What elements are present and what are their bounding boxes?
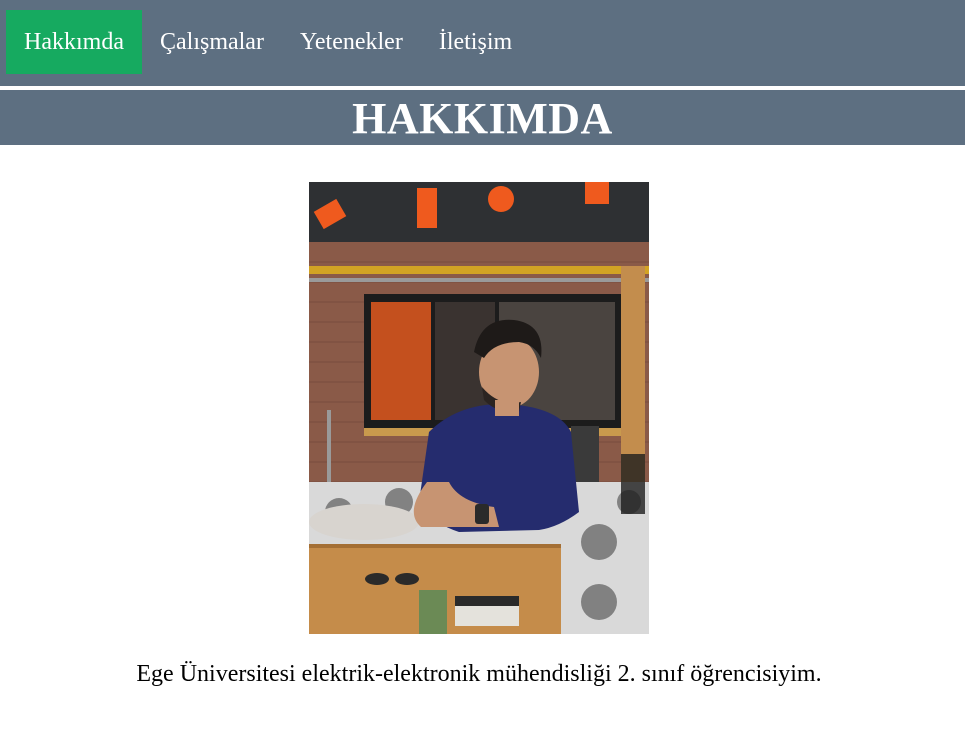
bio-text: Ege Üniversitesi elektrik-elektronik müh…	[136, 661, 822, 687]
profile-photo	[309, 182, 649, 634]
nav-item-hakkimda[interactable]: Hakkımda	[6, 10, 142, 74]
nav-item-yetenekler[interactable]: Yetenekler	[282, 10, 421, 74]
nav-item-iletisim[interactable]: İletişim	[421, 10, 530, 74]
top-navigation: Hakkımda Çalışmalar Yetenekler İletişim	[0, 0, 965, 86]
nav-item-calismalar[interactable]: Çalışmalar	[142, 10, 282, 74]
page-title: HAKKIMDA	[0, 90, 965, 145]
